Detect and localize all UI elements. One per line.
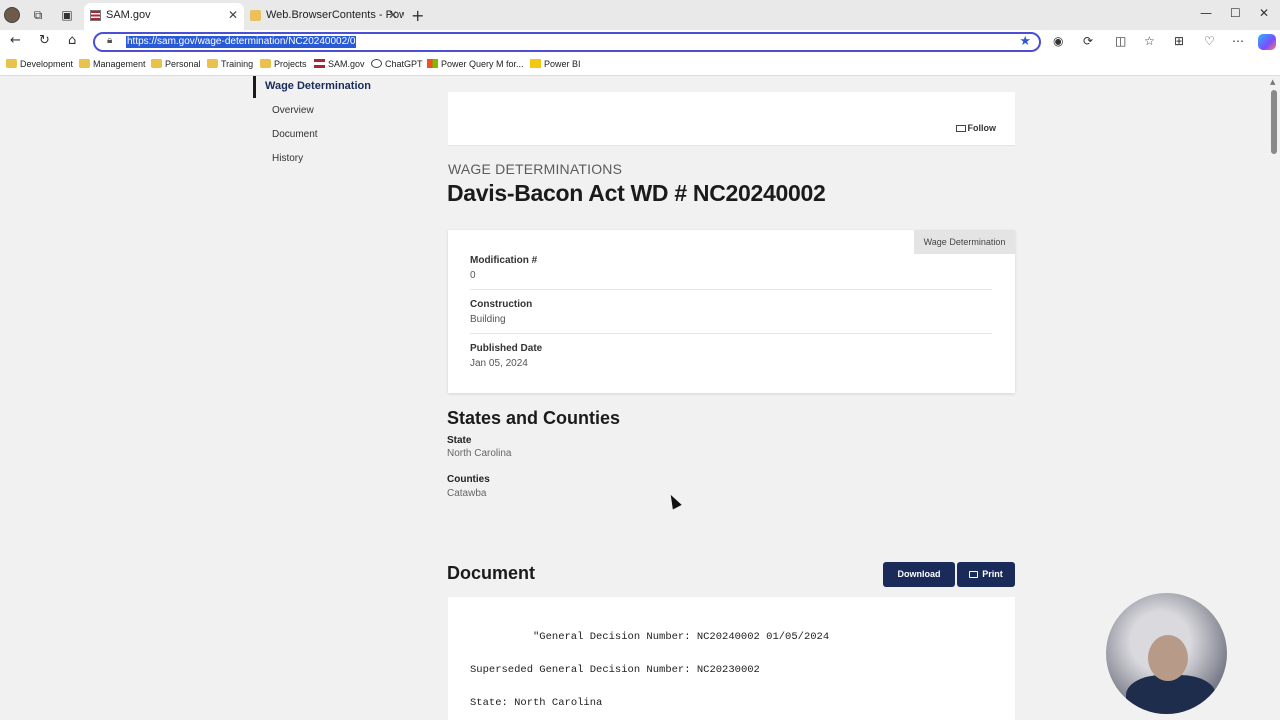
state-value: North Carolina xyxy=(447,448,512,459)
field-modification: Modification # 0 xyxy=(470,255,992,281)
workspaces-icon[interactable]: ⧉ xyxy=(31,8,45,22)
microsoft-icon xyxy=(427,59,438,68)
browser-tab-bar: ⧉ ▣ SAM.gov ✕ Web.BrowserContents - Powe… xyxy=(0,0,1280,30)
type-badge: Wage Determination xyxy=(914,230,1015,254)
divider xyxy=(470,289,992,290)
chatgpt-icon xyxy=(371,59,382,68)
power-query-icon xyxy=(250,10,261,21)
field-value: Building xyxy=(470,314,506,325)
field-value: Jan 05, 2024 xyxy=(470,358,528,369)
sidebar-item-overview[interactable]: Overview xyxy=(272,105,314,116)
states-counties-heading: States and Counties xyxy=(447,408,621,428)
favorites-icon[interactable]: ☆ xyxy=(1144,34,1155,48)
folder-icon xyxy=(79,59,90,68)
state-label: State xyxy=(447,435,472,446)
profile-avatar[interactable] xyxy=(4,7,20,23)
page-kicker: WAGE DETERMINATIONS xyxy=(448,161,623,177)
follow-icon xyxy=(955,125,966,132)
address-bar[interactable]: 🔒︎ https://sam.gov/wage-determination/NC… xyxy=(93,32,1041,52)
folder-icon xyxy=(6,59,17,68)
tab-web-browsercontents[interactable]: Web.BrowserContents - PowerQu ✕ xyxy=(244,3,404,30)
tab-title: SAM.gov xyxy=(106,9,151,21)
lock-icon[interactable]: 🔒︎ xyxy=(107,35,112,46)
page-content: Wage Determination Overview Document His… xyxy=(0,76,1280,720)
bookmark-projects[interactable]: Projects xyxy=(260,58,307,70)
webcam-person-body xyxy=(1126,675,1216,714)
scroll-up-icon[interactable]: ▲ xyxy=(1270,78,1275,86)
extension-icon[interactable]: ◉ xyxy=(1053,34,1063,48)
sidebar-title[interactable]: Wage Determination xyxy=(265,80,371,92)
folder-icon xyxy=(151,59,162,68)
follow-card: Follow xyxy=(448,92,1015,146)
webcam-overlay xyxy=(1106,593,1227,714)
close-icon[interactable]: ✕ xyxy=(228,3,238,28)
download-button[interactable]: Download xyxy=(883,562,955,587)
sam-flag-icon xyxy=(90,10,101,21)
document-heading: Document xyxy=(447,563,536,583)
split-screen-icon[interactable]: ◫ xyxy=(1115,34,1126,48)
refresh-extension-icon[interactable]: ⟳ xyxy=(1083,34,1093,48)
sidebar-item-document[interactable]: Document xyxy=(272,129,318,140)
bookmark-development[interactable]: Development xyxy=(6,58,73,70)
field-value: 0 xyxy=(470,270,476,281)
webcam-person-head xyxy=(1148,635,1188,681)
field-label: Modification # xyxy=(470,255,538,266)
browser-essentials-icon[interactable]: ♡ xyxy=(1204,34,1215,48)
page-title: Davis-Bacon Act WD # NC20240002 xyxy=(447,180,826,206)
bookmark-power-bi[interactable]: Power BI xyxy=(530,58,581,70)
refresh-icon[interactable]: ↻ xyxy=(39,33,50,48)
follow-button[interactable]: Follow xyxy=(955,123,997,133)
follow-label: Follow xyxy=(967,123,997,133)
more-menu-icon[interactable]: ⋯ xyxy=(1232,34,1244,48)
tab-title: Web.BrowserContents - PowerQu xyxy=(266,9,404,21)
window-close-icon[interactable]: ✕ xyxy=(1259,6,1269,20)
back-icon[interactable]: ← xyxy=(10,33,21,48)
field-label: Construction xyxy=(470,299,533,310)
url-text[interactable]: https://sam.gov/wage-determination/NC202… xyxy=(126,36,357,48)
bookmark-personal[interactable]: Personal xyxy=(151,58,201,70)
copilot-icon[interactable] xyxy=(1258,34,1276,50)
powerbi-icon xyxy=(530,59,541,68)
close-icon[interactable]: ✕ xyxy=(388,3,398,28)
info-card: Wage Determination Modification # 0 Cons… xyxy=(448,230,1015,393)
bookmark-chatgpt[interactable]: ChatGPT xyxy=(371,58,423,70)
new-tab-icon[interactable]: + xyxy=(411,6,424,25)
document-text-card: "General Decision Number: NC20240002 01/… xyxy=(448,597,1015,720)
sidebar-active-indicator xyxy=(253,76,256,98)
tab-actions-icon[interactable]: ▣ xyxy=(60,8,74,22)
bookmark-training[interactable]: Training xyxy=(207,58,253,70)
scroll-thumb[interactable] xyxy=(1271,90,1277,154)
favorite-star-icon[interactable]: ★ xyxy=(1019,34,1031,49)
maximize-icon[interactable]: ☐ xyxy=(1230,6,1241,20)
sidebar-item-history[interactable]: History xyxy=(272,153,303,164)
bookmarks-bar: Development Management Personal Training… xyxy=(0,54,1280,76)
page-scrollbar[interactable]: ▲ xyxy=(1268,76,1280,720)
bookmark-sam-gov[interactable]: SAM.gov xyxy=(314,58,365,70)
print-button[interactable]: Print xyxy=(957,562,1015,587)
divider xyxy=(470,333,992,334)
folder-icon xyxy=(260,59,271,68)
field-published-date: Published Date Jan 05, 2024 xyxy=(470,343,992,369)
counties-value: Catawba xyxy=(447,488,487,499)
minimize-icon[interactable]: — xyxy=(1200,6,1212,20)
address-toolbar: ← ↻ ⌂ 🔒︎ https://sam.gov/wage-determinat… xyxy=(0,30,1280,54)
field-construction: Construction Building xyxy=(470,299,992,325)
sam-flag-icon xyxy=(314,59,325,68)
bookmark-management[interactable]: Management xyxy=(79,58,146,70)
tab-sam-gov[interactable]: SAM.gov ✕ xyxy=(84,3,244,30)
document-line: Superseded General Decision Number: NC20… xyxy=(470,664,760,676)
mouse-cursor xyxy=(666,492,682,510)
bookmark-power-query[interactable]: Power Query M for... xyxy=(427,58,524,70)
counties-label: Counties xyxy=(447,474,490,485)
folder-icon xyxy=(207,59,218,68)
document-line: State: North Carolina xyxy=(470,697,603,709)
home-icon[interactable]: ⌂ xyxy=(68,33,76,48)
collections-icon[interactable]: ⊞ xyxy=(1174,34,1184,48)
field-label: Published Date xyxy=(470,343,543,354)
print-label: Print xyxy=(982,569,1003,579)
printer-icon xyxy=(969,571,979,578)
document-line: "General Decision Number: NC20240002 01/… xyxy=(533,631,830,643)
